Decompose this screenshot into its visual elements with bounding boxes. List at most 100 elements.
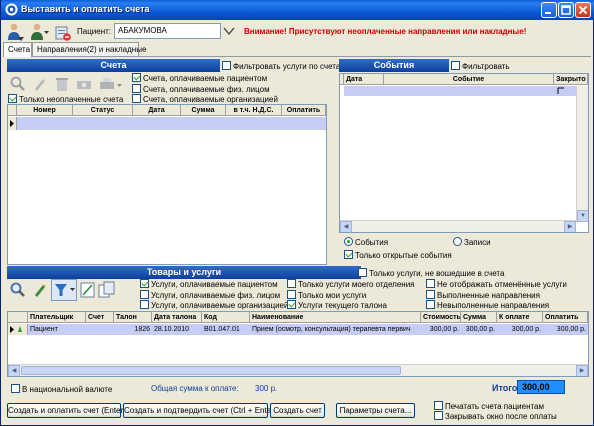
accounts-filter-checkbox[interactable]: Фильтровать услуги по счетам	[222, 61, 346, 71]
close-button[interactable]	[575, 2, 591, 18]
col-header[interactable]: Наименование	[250, 312, 421, 323]
events-vscrollbar[interactable]: ▼	[576, 86, 588, 222]
edit-pencil-icon[interactable]	[31, 75, 49, 93]
patient-select-icon[interactable]	[6, 22, 26, 42]
copy-docs-icon[interactable]	[98, 281, 116, 299]
accounts-option-person[interactable]: Счета, оплачиваемые физ. лицом	[132, 84, 270, 94]
patient-field[interactable]: АБАКУМОВА	[114, 23, 221, 39]
scroll-thumb[interactable]	[21, 366, 401, 375]
checkbox-box[interactable]	[140, 279, 149, 288]
money-icon[interactable]	[75, 75, 93, 93]
goods-option-my-dept[interactable]: Только услуги моего отделения	[287, 279, 415, 289]
minimize-button[interactable]	[541, 2, 557, 18]
records-radio[interactable]: Записи	[453, 237, 491, 247]
delete-patient-icon[interactable]	[53, 22, 73, 42]
radio-dot[interactable]	[344, 237, 353, 246]
checkbox-box[interactable]	[140, 290, 149, 299]
checkbox-box[interactable]	[426, 290, 435, 299]
goods-option-current-ticket[interactable]: Услуги текущего талона	[287, 300, 387, 310]
col-header[interactable]: Событие	[384, 74, 554, 85]
checkbox-box[interactable]	[287, 279, 296, 288]
trash-icon[interactable]	[53, 75, 71, 93]
spreadsheet-icon[interactable]	[80, 281, 96, 299]
maximize-button[interactable]	[558, 2, 574, 18]
radio-dot[interactable]	[453, 237, 462, 246]
accounts-option-org[interactable]: Счета, оплачиваемые организацией	[132, 94, 278, 104]
filter-funnel-icon[interactable]	[51, 279, 77, 301]
search-icon[interactable]	[9, 281, 27, 299]
accounts-grid[interactable]: Номер Статус Дата Сумма в т.ч. Н.Д.С. Оп…	[7, 104, 327, 265]
col-header[interactable]: Сумма	[181, 105, 226, 116]
print-check-checkbox[interactable]: Печатать счета пациентам	[434, 401, 544, 411]
col-header[interactable]: Дата	[344, 74, 384, 85]
events-grid[interactable]: Дата Событие Закрыто ▼ ◀ ▶	[339, 73, 589, 233]
col-header[interactable]: Код	[202, 312, 250, 323]
checkbox-box[interactable]	[434, 401, 443, 410]
events-hscrollbar[interactable]: ◀ ▶	[340, 220, 576, 232]
create-account-button[interactable]: Создать счет	[270, 403, 325, 418]
goods-option-patient[interactable]: Услуги, оплачиваемые пациентом	[140, 279, 278, 289]
print-icon[interactable]	[98, 75, 124, 93]
checkbox-box[interactable]	[426, 279, 435, 288]
chevron-down-icon[interactable]	[223, 26, 235, 36]
col-header[interactable]: Оплатить	[282, 105, 326, 116]
goods-option-mine[interactable]: Только мои услуги	[287, 290, 366, 300]
goods-option-org[interactable]: Услуги, оплачиваемые организацией	[140, 300, 288, 310]
tab-accounts[interactable]: Счета	[3, 42, 32, 57]
account-params-button[interactable]: Параметры счета...	[336, 403, 415, 418]
checkbox-box[interactable]	[451, 61, 460, 70]
checkbox-box[interactable]	[287, 290, 296, 299]
title-bar[interactable]: Выставить и оплатить счета	[1, 0, 594, 20]
close-after-checkbox[interactable]: Закрывать окно после оплаты	[434, 411, 557, 421]
open-events-checkbox[interactable]: Только открытые события	[344, 250, 452, 260]
edit-pencil-icon[interactable]	[31, 281, 49, 299]
col-header[interactable]: Талон	[114, 312, 152, 323]
unpaid-only-checkbox[interactable]: Только неоплаченные счета	[8, 94, 123, 104]
col-header[interactable]: Дата талона	[152, 312, 202, 323]
col-header[interactable]: К оплате	[497, 312, 543, 323]
checkbox-box[interactable]	[358, 268, 367, 277]
checkbox-box[interactable]	[132, 84, 141, 93]
search-icon[interactable]	[9, 75, 27, 93]
tab-referrals[interactable]: Направления(2) и накладные	[32, 42, 146, 56]
goods-option-done-referrals[interactable]: Выполненные направления	[426, 290, 540, 300]
national-currency-checkbox[interactable]: В национальной валюте	[11, 384, 112, 394]
scroll-left-arrow[interactable]: ◀	[340, 221, 352, 232]
table-row[interactable]: Пациент 1826 28.10.2010 B01.047.01 Прием…	[8, 324, 588, 335]
checkbox-box[interactable]	[426, 300, 435, 309]
checkbox-box[interactable]	[344, 250, 353, 259]
checkbox-box[interactable]	[132, 73, 141, 82]
scroll-right-arrow[interactable]: ▶	[576, 365, 588, 376]
col-header[interactable]: Статус	[73, 105, 133, 116]
events-filter-checkbox[interactable]: Фильтровать	[451, 61, 510, 71]
checkbox-box[interactable]	[132, 94, 141, 103]
create-and-confirm-button[interactable]: Создать и подтвердить счет (Ctrl + Enter…	[123, 403, 276, 418]
col-header[interactable]: Номер	[17, 105, 73, 116]
patient-menu-icon[interactable]	[30, 22, 50, 42]
col-header[interactable]: Сумма	[461, 312, 497, 323]
checkbox-box[interactable]	[140, 300, 149, 309]
goods-option-pending-referrals[interactable]: Невыполненные направления	[426, 300, 549, 310]
col-header[interactable]: Дата	[133, 105, 181, 116]
scroll-right-arrow[interactable]: ▶	[564, 221, 576, 232]
create-and-pay-button[interactable]: Создать и оплатить счет (Enter)	[7, 403, 126, 418]
col-header[interactable]: Закрыто	[554, 74, 588, 85]
checkbox-box[interactable]	[8, 94, 17, 103]
goods-hscrollbar[interactable]: ◀ ▶	[8, 364, 588, 376]
scroll-down-arrow[interactable]: ▼	[577, 210, 588, 222]
goods-option-person[interactable]: Услуги, оплачиваемые физ. лицом	[140, 290, 280, 300]
checkbox-box[interactable]	[434, 411, 443, 420]
col-header[interactable]: Стоимость	[421, 312, 461, 323]
table-row[interactable]	[17, 117, 326, 130]
goods-grid[interactable]: Плательщик Счет Талон Дата талона Код На…	[7, 311, 589, 377]
events-radio[interactable]: События	[344, 237, 388, 247]
not-in-account-checkbox[interactable]: Только услуги, не вошедшие в счета	[358, 268, 504, 278]
scroll-left-arrow[interactable]: ◀	[8, 365, 20, 376]
table-row[interactable]	[344, 86, 588, 96]
checkbox-box[interactable]	[287, 300, 296, 309]
checkbox-box[interactable]	[11, 384, 20, 393]
accounts-option-patient[interactable]: Счета, оплачиваемые пациентом	[132, 73, 267, 83]
goods-option-hide-cancelled[interactable]: Не отображать отменённые услуги	[426, 279, 567, 289]
col-header[interactable]: Плательщик	[28, 312, 86, 323]
col-header[interactable]: в т.ч. Н.Д.С.	[226, 105, 282, 116]
